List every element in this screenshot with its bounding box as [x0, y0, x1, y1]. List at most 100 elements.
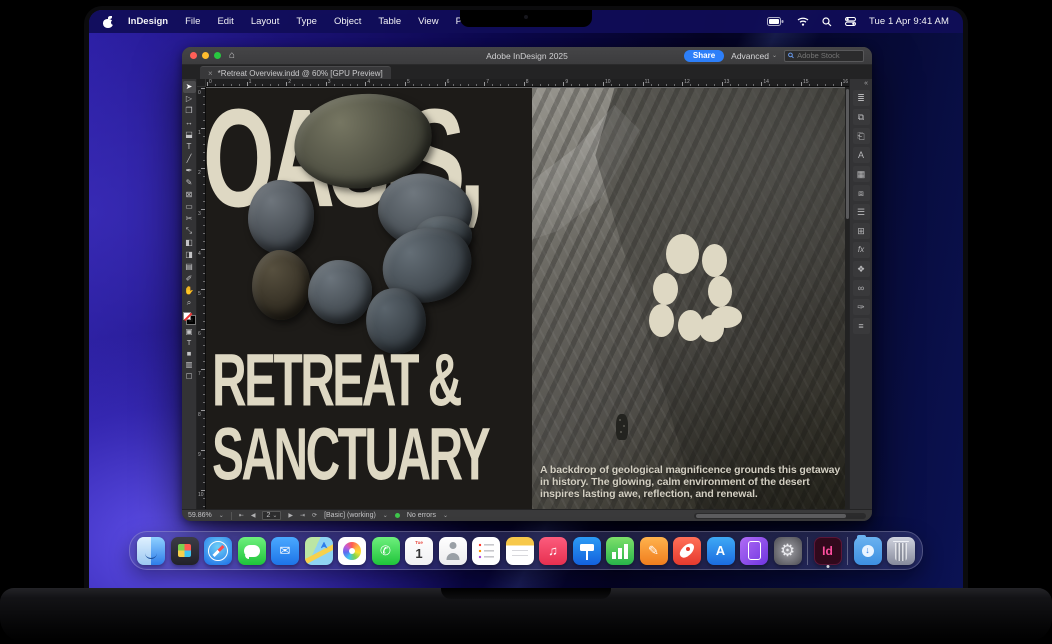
links-panel[interactable]: ∞ [853, 280, 870, 296]
content-collector-tool[interactable]: ⬓ [183, 129, 196, 141]
selection-tool[interactable]: ➤ [183, 81, 196, 93]
zoom-level[interactable]: 59.86% [188, 512, 212, 519]
document-tab[interactable]: × *Retreat Overview.indd @ 60% [GPU Prev… [200, 66, 391, 79]
horizontal-ruler[interactable]: 012345678910111213141516 [206, 79, 849, 87]
cc-libraries-panel[interactable]: ⊞ [853, 223, 870, 239]
preset-caret-icon[interactable]: ⌄ [383, 512, 388, 519]
zoom-button[interactable] [214, 52, 221, 59]
dock-launchpad-icon[interactable] [171, 537, 199, 565]
scrollbar-thumb[interactable] [696, 514, 846, 518]
right-page[interactable]: A backdrop of geological magnificence gr… [532, 88, 849, 509]
dock-reminders-icon[interactable] [472, 537, 500, 565]
apply-gradient[interactable]: ▥ [183, 359, 196, 370]
dock-notes-icon[interactable] [506, 537, 534, 565]
rectangle-tool[interactable]: ▭ [183, 201, 196, 213]
ruler-origin[interactable] [197, 79, 206, 87]
errors-caret-icon[interactable]: ⌄ [443, 512, 448, 519]
scrollbar-thumb[interactable] [846, 89, 849, 219]
dock-photos-icon[interactable] [338, 537, 366, 565]
workspace-switcher[interactable]: Advanced⌄ [731, 51, 777, 61]
note-tool[interactable]: ▤ [183, 261, 196, 273]
hand-tool[interactable]: ✋ [183, 285, 196, 297]
gradient-swatch-tool[interactable]: ◧ [183, 237, 196, 249]
expand-panels-icon[interactable]: « [850, 80, 872, 90]
screen-mode-preview[interactable]: ▢ [183, 370, 196, 381]
pages-panel[interactable]: ⧉ [853, 109, 870, 125]
minimize-button[interactable] [202, 52, 209, 59]
dock-music-icon[interactable]: ♫ [539, 537, 567, 565]
dock-trash-icon[interactable] [887, 537, 915, 565]
dock-finder-icon[interactable] [137, 537, 165, 565]
gap-tool[interactable]: ↔ [183, 117, 196, 129]
dock-rocket-icon[interactable] [673, 537, 701, 565]
dock-maps-icon[interactable] [305, 537, 333, 565]
scissors-tool[interactable]: ✂ [183, 213, 196, 225]
dock-pages-icon[interactable]: ✎ [640, 537, 668, 565]
gradient-feather-tool[interactable]: ◨ [183, 249, 196, 261]
errors-status[interactable]: No errors [407, 512, 436, 519]
dock-settings-icon[interactable]: ⚙ [774, 537, 802, 565]
menu-indesign[interactable]: InDesign [128, 16, 168, 27]
page-spread[interactable]: OASIS, RETREAT & [206, 88, 849, 509]
dock-calendar-icon[interactable]: Tue1 [405, 537, 433, 565]
dock-numbers-icon[interactable] [606, 537, 634, 565]
dock-mail-icon[interactable]: ✉ [271, 537, 299, 565]
direct-selection-tool[interactable]: ▷ [183, 93, 196, 105]
vertical-ruler[interactable]: 012345678910 [197, 87, 206, 509]
dock-iphone-mirroring-icon[interactable] [740, 537, 768, 565]
eyedropper-tool[interactable]: ✐ [183, 273, 196, 285]
menu-object[interactable]: Object [334, 16, 361, 27]
dock-contacts-icon[interactable] [439, 537, 467, 565]
close-button[interactable] [190, 52, 197, 59]
line-tool[interactable]: ╱ [183, 153, 196, 165]
paragraph-panel[interactable]: ☰ [853, 204, 870, 220]
apple-menu-icon[interactable] [103, 16, 114, 28]
layers-panel[interactable]: ⧈ [853, 185, 870, 201]
share-button[interactable]: Share [684, 50, 724, 62]
effects-panel[interactable]: fx [853, 242, 870, 258]
tab-close-icon[interactable]: × [208, 69, 213, 78]
object-styles-panel[interactable]: ❖ [853, 261, 870, 277]
prev-page-icon[interactable]: ◀ [251, 512, 256, 519]
dock-downloads-icon[interactable]: ↓ [854, 537, 882, 565]
first-page-icon[interactable]: ⇤ [239, 512, 244, 519]
next-page-icon[interactable]: ▶ [288, 512, 293, 519]
adobe-express-panel[interactable]: ✑ [853, 299, 870, 315]
vertical-scrollbar[interactable] [845, 87, 849, 509]
apply-color[interactable]: ■ [183, 348, 196, 359]
pen-tool[interactable]: ✒ [183, 165, 196, 177]
menu-edit[interactable]: Edit [217, 16, 233, 27]
pencil-tool[interactable]: ✎ [183, 177, 196, 189]
menu-clock[interactable]: Tue 1 Apr 9:41 AM [869, 16, 949, 27]
dock-messages-icon[interactable] [238, 537, 266, 565]
home-icon[interactable]: ⌂ [229, 51, 235, 61]
dock-appstore-icon[interactable]: A [707, 537, 735, 565]
preflight-icon[interactable]: ⟳ [312, 512, 317, 519]
text-wrap-panel[interactable]: ≡ [853, 318, 870, 334]
search-icon[interactable] [822, 17, 832, 27]
zoom-tool[interactable]: ⌕ [183, 297, 196, 309]
wifi-icon[interactable] [797, 17, 809, 26]
dock-facetime-icon[interactable]: ✆ [372, 537, 400, 565]
properties-panel[interactable]: ≣ [853, 90, 870, 106]
menu-view[interactable]: View [418, 16, 438, 27]
type-tool[interactable]: T [183, 141, 196, 153]
page-number-field[interactable]: 2 ⌄ [262, 511, 281, 520]
free-transform-tool[interactable]: ⤡ [183, 225, 196, 237]
character-panel[interactable]: A [853, 147, 870, 163]
menu-table[interactable]: Table [378, 16, 401, 27]
last-page-icon[interactable]: ⇥ [300, 512, 305, 519]
dock-safari-icon[interactable] [204, 537, 232, 565]
swatches-panel[interactable]: ▦ [853, 166, 870, 182]
fill-stroke-swatches[interactable] [183, 312, 195, 324]
menu-layout[interactable]: Layout [251, 16, 280, 27]
formatting-affects-container[interactable]: ▣ [183, 326, 196, 337]
frame-tool[interactable]: ⊠ [183, 189, 196, 201]
control-center-icon[interactable] [845, 17, 856, 26]
left-page[interactable]: OASIS, RETREAT & [206, 88, 532, 509]
preflight-profile[interactable]: [Basic] (working) [324, 512, 376, 519]
zoom-caret-icon[interactable]: ⌄ [219, 512, 224, 519]
horizontal-scrollbar[interactable] [694, 513, 866, 519]
page-tool[interactable]: ❐ [183, 105, 196, 117]
adobe-stock-search[interactable] [784, 50, 864, 62]
